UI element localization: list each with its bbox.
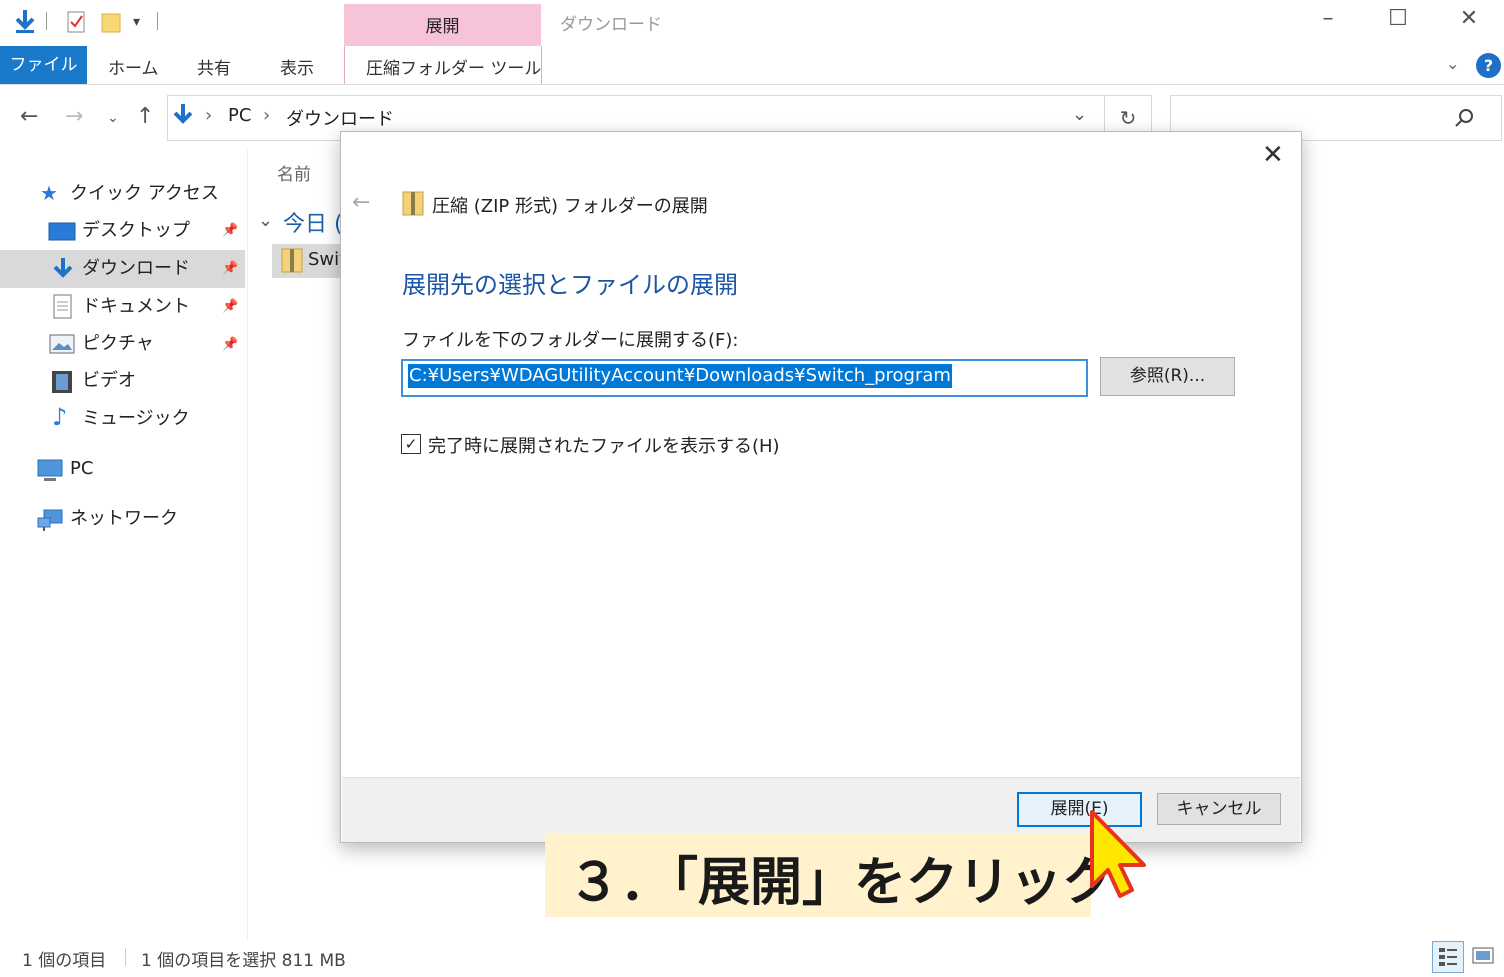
tab-file[interactable]: ファイル (0, 46, 87, 84)
back-arrow-icon[interactable]: ← (20, 104, 38, 129)
zip-folder-icon (281, 248, 303, 273)
extract-dialog (340, 131, 1302, 843)
videos-icon (52, 371, 72, 393)
nav-pictures[interactable]: ピクチャ (82, 326, 154, 362)
cancel-button[interactable]: キャンセル (1157, 793, 1281, 825)
show-files-checkbox[interactable]: ✓ (401, 434, 421, 454)
details-view-icon (1439, 948, 1457, 966)
new-folder-icon[interactable] (100, 10, 122, 34)
dialog-back-arrow-icon[interactable]: ← (352, 190, 370, 215)
nav-documents[interactable]: ドキュメント (82, 289, 190, 325)
nav-desktop[interactable]: デスクトップ (82, 213, 190, 249)
dialog-heading: 展開先の選択とファイルの展開 (402, 271, 738, 299)
tab-share[interactable]: 共有 (197, 54, 231, 79)
ribbon-expand-icon[interactable]: ⌄ (1446, 54, 1459, 73)
status-item-count: 1 個の項目 (22, 951, 107, 971)
zip-folder-icon (402, 191, 424, 216)
instruction-text: ３．「展開」をクリック (568, 853, 1115, 913)
group-collapse-icon[interactable]: ⌄ (258, 210, 273, 231)
qa-divider (46, 12, 47, 30)
close-button[interactable]: ✕ (1454, 6, 1484, 31)
help-icon[interactable]: ? (1476, 53, 1501, 78)
star-icon: ★ (40, 181, 58, 205)
tab-compressed-folder-tools[interactable]: 圧縮フォルダー ツール (366, 54, 541, 79)
forward-arrow-icon[interactable]: → (65, 104, 83, 129)
pointer-cursor-icon (1090, 810, 1146, 898)
pin-icon[interactable]: 📌 (222, 223, 238, 238)
up-arrow-icon[interactable]: ↑ (136, 104, 154, 129)
breadcrumb-separator: › (205, 105, 213, 126)
nav-downloads[interactable]: ダウンロード (82, 251, 190, 287)
breadcrumb-downloads[interactable]: ダウンロード (286, 105, 394, 131)
search-icon (1455, 109, 1473, 127)
nav-pc[interactable]: PC (70, 451, 93, 487)
qa-dropdown-icon[interactable]: ▾ (133, 14, 140, 30)
breadcrumb-pc[interactable]: PC (228, 105, 251, 126)
download-arrow-icon[interactable] (12, 8, 38, 36)
desktop-icon (48, 222, 76, 241)
properties-icon[interactable] (66, 10, 88, 34)
pin-icon[interactable]: 📌 (222, 337, 238, 352)
pc-icon (37, 459, 63, 481)
context-tab-label: 展開 (425, 17, 460, 37)
music-icon: ♪ (52, 403, 68, 431)
network-icon (37, 509, 63, 531)
downloads-icon (53, 258, 73, 278)
group-header-today[interactable]: 今日 ( (283, 206, 343, 238)
nav-quick-access[interactable]: クイック アクセス (70, 176, 219, 212)
maximize-button[interactable]: ☐ (1383, 6, 1413, 31)
minimize-button[interactable]: – (1313, 6, 1343, 31)
details-view-button[interactable] (1432, 941, 1464, 973)
destination-label: ファイルを下のフォルダーに展開する(F): (402, 330, 739, 351)
status-divider (125, 948, 126, 966)
tab-view[interactable]: 表示 (280, 54, 314, 79)
destination-path-value[interactable]: C:¥Users¥WDAGUtilityAccount¥Downloads¥Sw… (408, 364, 952, 388)
pictures-icon (49, 334, 75, 354)
large-icons-view-button[interactable] (1468, 941, 1498, 971)
large-icons-view-icon (1472, 947, 1494, 964)
column-header-name[interactable]: 名前 (277, 160, 311, 185)
tab-home[interactable]: ホーム (108, 54, 159, 79)
address-dropdown-icon[interactable]: ⌄ (1072, 104, 1087, 125)
nav-network[interactable]: ネットワーク (70, 501, 178, 537)
show-files-label[interactable]: 完了時に展開されたファイルを表示する(H) (428, 432, 780, 458)
pane-divider[interactable] (247, 150, 248, 940)
downloads-folder-icon (173, 104, 193, 124)
nav-music[interactable]: ミュージック (82, 401, 190, 437)
qa-divider-2 (157, 12, 158, 30)
title-bar (0, 0, 1504, 46)
nav-videos[interactable]: ビデオ (82, 363, 136, 399)
documents-icon (53, 294, 72, 319)
pin-icon[interactable]: 📌 (222, 261, 238, 276)
window-title: ダウンロード (560, 15, 662, 35)
dialog-close-icon[interactable]: ✕ (1262, 140, 1284, 170)
browse-button[interactable]: 参照(R)... (1100, 357, 1235, 396)
dialog-title: 圧縮 (ZIP 形式) フォルダーの展開 (432, 196, 708, 217)
breadcrumb-separator-2: › (263, 105, 271, 126)
recent-dropdown-icon[interactable]: ⌄ (107, 110, 119, 126)
pin-icon[interactable]: 📌 (222, 299, 238, 314)
status-selection: 1 個の項目を選択 811 MB (141, 951, 346, 971)
